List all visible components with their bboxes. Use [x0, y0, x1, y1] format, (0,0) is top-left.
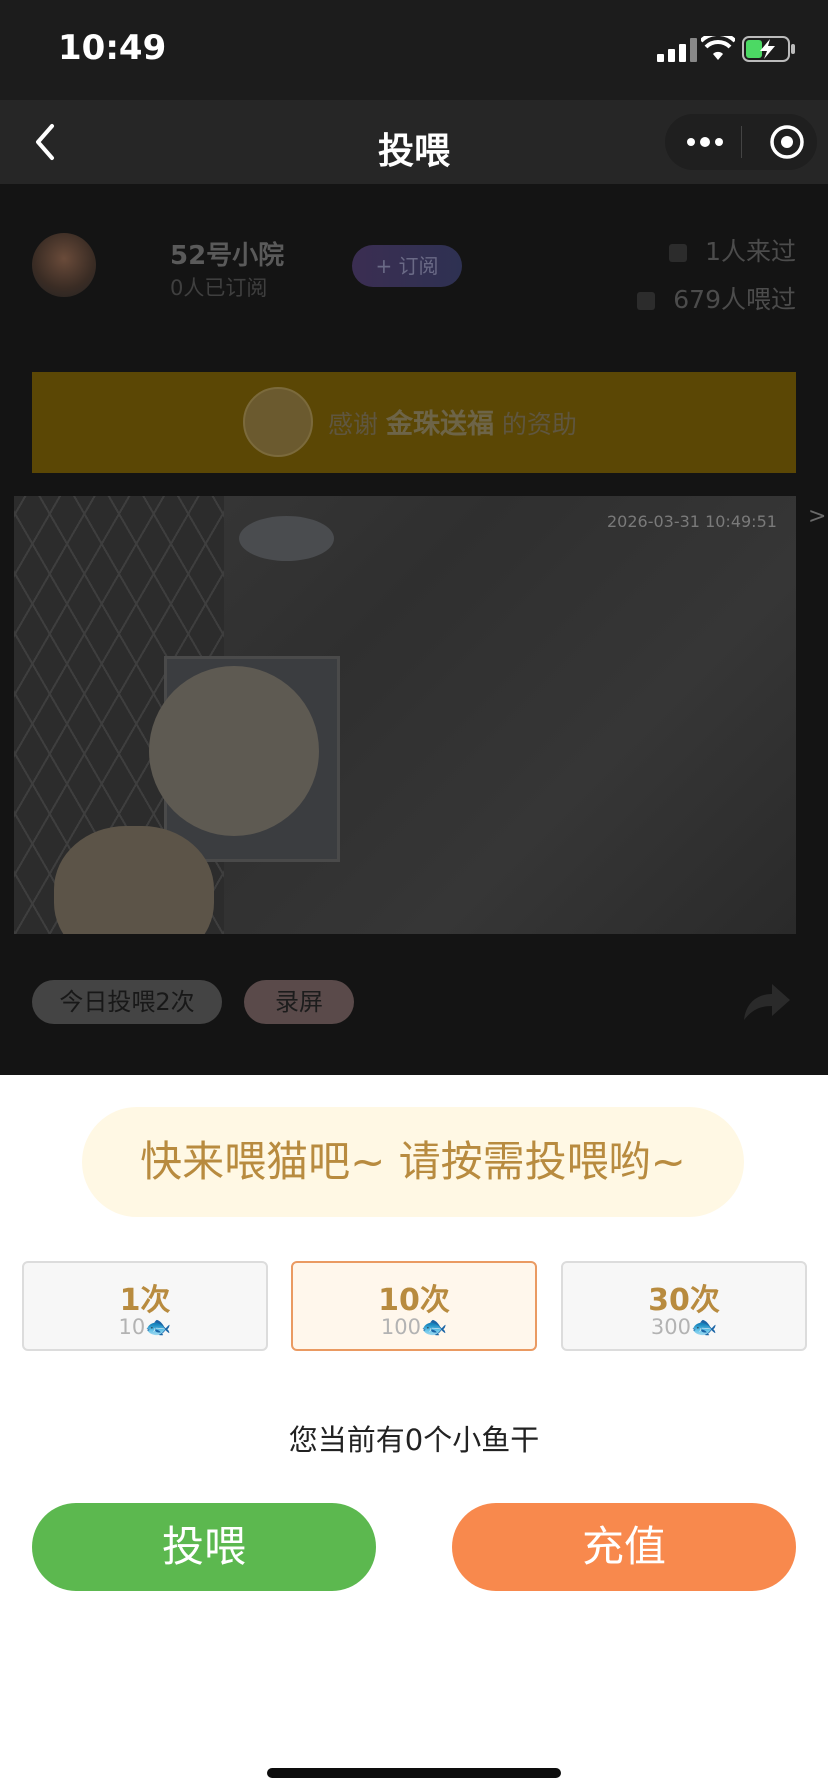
video-timestamp: 2026-03-31 10:49:51	[607, 512, 777, 531]
close-target-icon[interactable]	[769, 124, 805, 160]
option-count: 1次	[119, 1283, 171, 1318]
video-bowl	[239, 516, 334, 561]
dimmed-page-overlay: 10:49 投喂 52号小院 0人已订阅 + 订阅 1人来过 679人喂过 感谢…	[0, 0, 828, 1075]
feeders-label: 679人喂过	[673, 285, 796, 314]
fish-icon: 🐟	[420, 1315, 448, 1339]
subscriber-count: 0人已订阅	[170, 276, 268, 300]
station-name: 52号小院	[170, 241, 285, 271]
fish-balance: 您当前有0个小鱼干	[288, 1423, 540, 1457]
video-cat-sleeping	[149, 666, 319, 836]
sponsor-name: 金珠送福	[385, 409, 494, 440]
feeders-stat: 679人喂过	[637, 280, 796, 316]
option-cost: 10🐟	[118, 1315, 172, 1339]
wifi-icon	[701, 36, 735, 60]
feed-hint: 快来喂猫吧~ 请按需投喂哟~	[82, 1107, 744, 1217]
option-cost: 100🐟	[380, 1315, 448, 1339]
next-camera-arrow[interactable]: >	[808, 504, 826, 529]
share-icon[interactable]	[740, 980, 792, 1024]
feed-option-1[interactable]: 1次 10🐟	[22, 1261, 268, 1351]
feed-button[interactable]: 投喂	[32, 1503, 376, 1591]
live-camera-feed[interactable]	[14, 496, 796, 934]
calendar-icon	[637, 292, 656, 310]
battery-charging-icon	[742, 36, 795, 62]
today-feed-count-badge: 今日投喂2次	[32, 980, 222, 1024]
screen-record-button[interactable]: 录屏	[244, 980, 354, 1024]
video-cat	[54, 826, 214, 934]
miniprogram-capsule	[665, 114, 817, 170]
fish-icon: 🐟	[145, 1315, 172, 1339]
visitors-label: 1人来过	[705, 237, 796, 266]
visitors-stat: 1人来过	[669, 232, 796, 268]
recharge-button[interactable]: 充值	[452, 1503, 796, 1591]
more-dots-icon[interactable]	[685, 132, 725, 152]
visitor-icon	[669, 244, 688, 262]
feed-option-10[interactable]: 10次 100🐟	[291, 1261, 537, 1351]
home-indicator[interactable]	[267, 1768, 561, 1778]
subscribe-button[interactable]: + 订阅	[352, 245, 462, 287]
cellular-signal-icon	[657, 38, 697, 62]
option-count: 10次	[378, 1283, 450, 1318]
status-time: 10:49	[58, 28, 167, 68]
feed-option-30[interactable]: 30次 300🐟	[561, 1261, 807, 1351]
sponsor-badge-icon	[243, 387, 313, 457]
option-count: 30次	[648, 1283, 720, 1318]
sponsor-text: 感谢 金珠送福 的资助	[328, 402, 577, 441]
option-cost: 300🐟	[650, 1315, 718, 1339]
sponsor-prefix: 感谢	[328, 410, 379, 439]
sponsor-suffix: 的资助	[501, 410, 577, 439]
fish-icon: 🐟	[690, 1315, 718, 1339]
station-avatar	[32, 233, 96, 297]
status-bar: 10:49	[0, 0, 828, 100]
